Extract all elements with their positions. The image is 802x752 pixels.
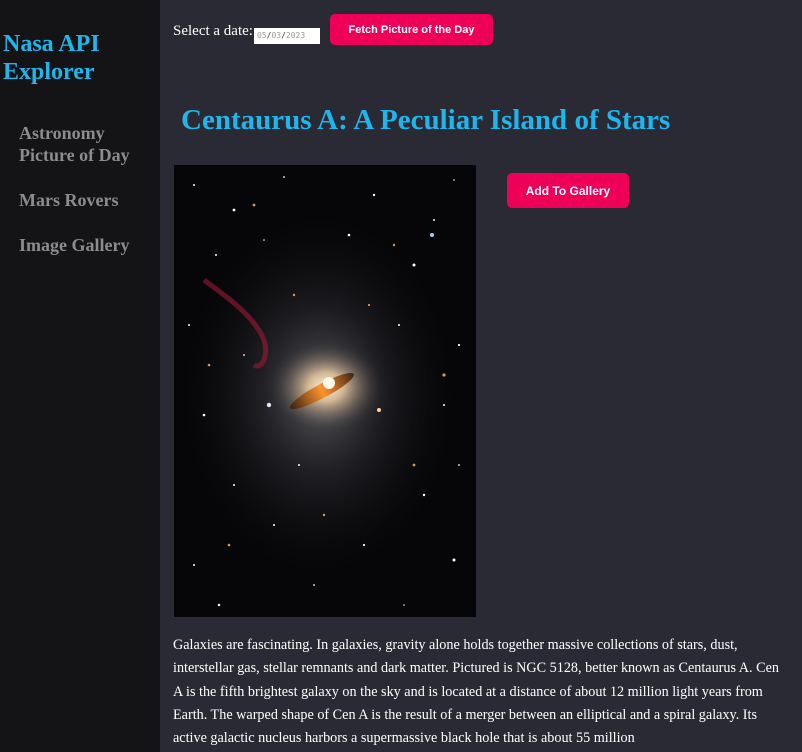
apod-explanation: Galaxies are fascinating. In galaxies, g…: [173, 637, 779, 747]
add-to-gallery-button[interactable]: Add To Gallery: [507, 173, 629, 208]
apod-image: [174, 165, 476, 617]
date-picker-row: Select a date: 05/03/2023: [173, 15, 320, 47]
main-content: Select a date: 05/03/2023 Fetch Picture …: [160, 0, 802, 752]
fetch-picture-button[interactable]: Fetch Picture of the Day: [330, 14, 493, 45]
sidebar-item-apod[interactable]: Astronomy Picture of Day: [19, 122, 159, 166]
sidebar-item-image-gallery[interactable]: Image Gallery: [19, 234, 159, 256]
sidebar: Nasa API Explorer Astronomy Picture of D…: [0, 0, 160, 752]
galaxy-image: [174, 165, 476, 617]
date-day: 03: [271, 31, 282, 40]
sidebar-nav: Astronomy Picture of Day Mars Rovers Ima…: [19, 122, 159, 279]
date-year: 2023: [285, 31, 306, 40]
sidebar-item-mars-rovers[interactable]: Mars Rovers: [19, 189, 159, 211]
app-title: Nasa API Explorer: [3, 31, 100, 85]
date-label: Select a date:: [173, 22, 253, 39]
date-month: 05: [256, 31, 267, 40]
apod-title: Centaurus A: A Peculiar Island of Stars: [181, 104, 671, 136]
date-input[interactable]: 05/03/2023: [253, 27, 320, 44]
